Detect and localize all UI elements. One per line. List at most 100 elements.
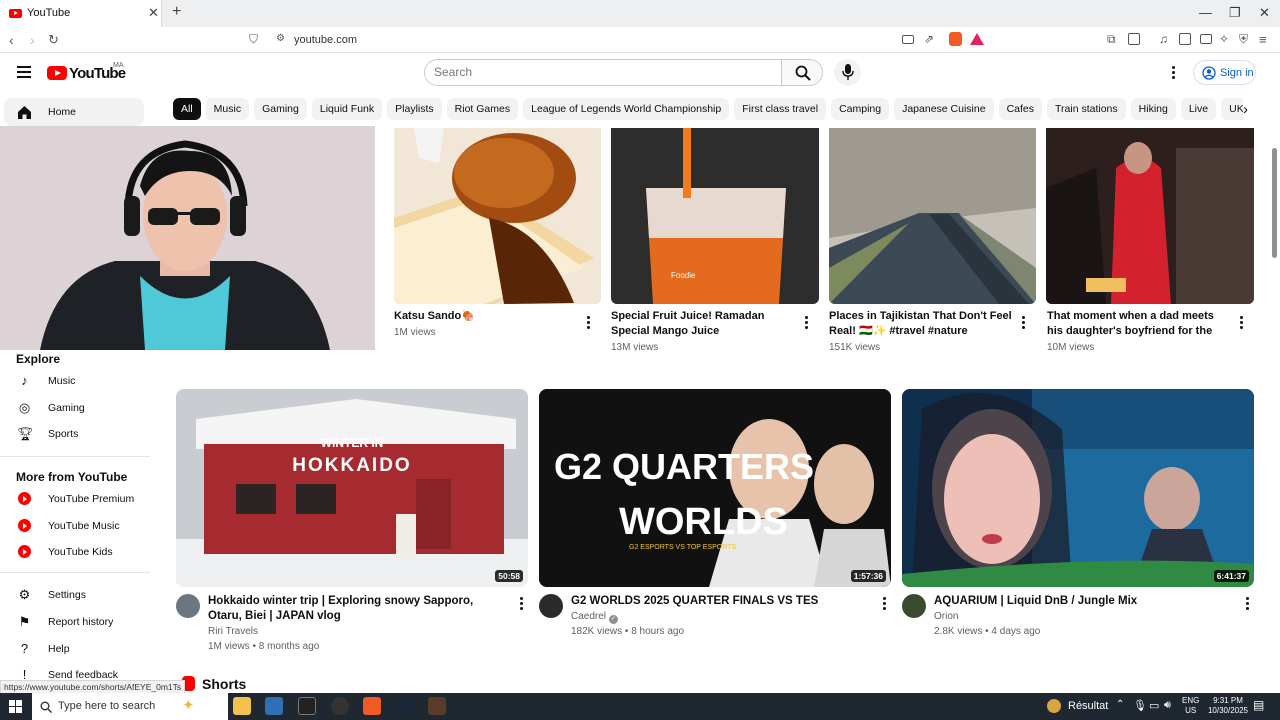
video-thumbnail[interactable]: 6:41:37 — [902, 389, 1254, 587]
input-language[interactable]: ENG US — [1182, 696, 1199, 716]
chip-cafes[interactable]: Cafes — [998, 98, 1043, 120]
sidebar-item-report-history[interactable]: ⚑ Report history — [0, 609, 150, 635]
channel-avatar[interactable] — [902, 594, 926, 618]
close-tab-icon[interactable]: ✕ — [148, 5, 159, 21]
video-thumbnail[interactable] — [394, 128, 601, 304]
app-icon[interactable] — [298, 697, 316, 715]
volume-icon[interactable]: 🔊︎ — [1164, 699, 1171, 712]
more-options-icon[interactable] — [587, 316, 591, 331]
chip-music[interactable]: Music — [205, 98, 250, 120]
reload-icon[interactable]: ↻ — [48, 32, 59, 48]
forward-icon[interactable]: › — [30, 32, 35, 48]
obs-icon[interactable] — [331, 697, 349, 715]
extensions-icon[interactable]: ⧉ — [1107, 32, 1116, 47]
vpn-icon[interactable]: ⛨ — [1239, 32, 1248, 47]
more-options-icon[interactable] — [883, 597, 887, 612]
taskbar-search[interactable]: Type here to search ✦ — [32, 693, 228, 720]
more-options-icon[interactable] — [1240, 316, 1244, 331]
guide-menu-icon[interactable] — [17, 66, 31, 81]
sidebar-item-home[interactable]: Home — [4, 98, 144, 126]
cast-icon[interactable] — [902, 35, 914, 44]
leo-ai-icon[interactable]: ✧ — [1219, 32, 1229, 46]
scrollbar-thumb[interactable] — [1272, 148, 1277, 258]
chip-riot-games[interactable]: Riot Games — [446, 98, 519, 120]
channel-avatar[interactable] — [539, 594, 563, 618]
chip-all[interactable]: All — [173, 98, 201, 120]
chip-first-class-travel[interactable]: First class travel — [734, 98, 827, 120]
media-icon[interactable]: ♫ — [1159, 32, 1168, 46]
share-icon[interactable]: ⇗ — [924, 32, 934, 46]
chevron-right-icon[interactable]: › — [1243, 101, 1248, 118]
steam-icon[interactable] — [396, 697, 414, 715]
sidebar-item-music[interactable]: ♪ Music — [0, 368, 150, 394]
voice-search-button[interactable] — [834, 59, 861, 86]
chip-japanese-cuisine[interactable]: Japanese Cuisine — [894, 98, 994, 120]
sidebar-item-sports[interactable]: 🏆︎ Sports — [0, 421, 150, 447]
browser-tab[interactable]: YouTube ✕ — [0, 0, 162, 27]
network-icon[interactable]: ▭ — [1149, 699, 1159, 712]
restore-icon[interactable]: ❐ — [1229, 5, 1241, 21]
search-button[interactable] — [781, 59, 823, 86]
video-title[interactable]: Katsu Sando🍖 — [394, 309, 574, 324]
tray-chevron-icon[interactable]: ⌃ — [1116, 699, 1124, 710]
windows-start-icon[interactable] — [9, 700, 23, 714]
video-title[interactable]: That moment when a dad meets his daughte… — [1047, 309, 1232, 339]
video-title[interactable]: Hokkaido winter trip | Exploring snowy S… — [208, 594, 508, 624]
file-explorer-icon[interactable] — [233, 697, 251, 715]
minimize-icon[interactable]: — — [1199, 5, 1212, 20]
sidebar-item-youtube-kids[interactable]: YouTube Kids — [0, 539, 150, 565]
video-title[interactable]: G2 WORLDS 2025 QUARTER FINALS VS TES — [571, 594, 871, 609]
video-thumbnail[interactable]: WINTER IN HOKKAIDO 50:58 — [176, 389, 528, 587]
bookmark-icon[interactable]: ⛉ — [249, 32, 258, 47]
site-info-icon[interactable]: ⚙ — [276, 33, 285, 44]
chip-train-stations[interactable]: Train stations — [1047, 98, 1126, 120]
wallet-icon[interactable] — [1200, 34, 1212, 44]
video-thumbnail[interactable] — [1046, 128, 1254, 304]
url-field[interactable]: ⚙ youtube.com — [268, 29, 990, 51]
video-title[interactable]: AQUARIUM | Liquid DnB / Jungle Mix — [934, 594, 1234, 609]
close-window-icon[interactable]: ✕ — [1259, 5, 1270, 21]
sidebar-item-youtube-music[interactable]: YouTube Music — [0, 513, 150, 539]
settings-menu-icon[interactable] — [1172, 66, 1176, 81]
search-input[interactable] — [434, 65, 764, 79]
sign-in-button[interactable]: Sign in — [1193, 60, 1256, 85]
chip-playlists[interactable]: Playlists — [387, 98, 442, 120]
channel-name[interactable]: Orion — [934, 611, 958, 622]
clock[interactable]: 9:31 PM 10/30/2025 — [1203, 696, 1253, 716]
chip-gaming[interactable]: Gaming — [254, 98, 307, 120]
more-options-icon[interactable] — [805, 316, 809, 331]
channel-name[interactable]: Riri Travels — [208, 626, 258, 637]
chip-uk-garage[interactable]: UK Garage — [1221, 98, 1243, 120]
game-icon[interactable] — [428, 697, 446, 715]
video-thumbnail[interactable] — [829, 128, 1036, 304]
tab-search-icon[interactable] — [1128, 33, 1140, 45]
chip-live[interactable]: Live — [1180, 98, 1217, 120]
brave-shields-icon[interactable] — [949, 32, 962, 46]
more-options-icon[interactable] — [1246, 597, 1250, 612]
chip-hiking[interactable]: Hiking — [1130, 98, 1176, 120]
brave-rewards-icon[interactable] — [970, 33, 984, 45]
sidebar-item-settings[interactable]: ⚙ Settings — [0, 582, 150, 608]
sidebar-item-gaming[interactable]: ◎ Gaming — [0, 395, 150, 421]
search-box[interactable] — [424, 59, 782, 86]
chip-liquid-funk[interactable]: Liquid Funk — [311, 98, 383, 120]
video-title[interactable]: Places in Tajikistan That Don't Feel Rea… — [829, 309, 1014, 339]
video-thumbnail[interactable]: Foodie — [611, 128, 819, 304]
back-icon[interactable]: ‹ — [9, 32, 14, 48]
calculator-icon[interactable] — [265, 697, 283, 715]
chip-camping[interactable]: Camping — [831, 98, 890, 120]
weather-icon[interactable] — [1047, 699, 1061, 713]
video-title[interactable]: Special Fruit Juice! Ramadan Special Man… — [611, 309, 796, 339]
brave-browser-icon[interactable] — [363, 697, 381, 715]
sidebar-item-help[interactable]: ? Help — [0, 636, 150, 662]
channel-name-row[interactable]: Caedrel ✓ — [571, 611, 618, 624]
chip-league-of-legends-world-championship[interactable]: League of Legends World Championship — [523, 98, 730, 120]
channel-avatar[interactable] — [176, 594, 200, 618]
weather-text[interactable]: Résultat — [1068, 700, 1108, 712]
microphone-tray-icon[interactable]: 🎙︎ — [1133, 699, 1147, 712]
new-tab-icon[interactable]: + — [172, 3, 181, 21]
video-thumbnail[interactable]: G2 QUARTERS WORLDS G2 ESPORTS VS TOP ESP… — [539, 389, 891, 587]
more-options-icon[interactable] — [520, 597, 524, 612]
sidebar-icon[interactable] — [1179, 33, 1191, 45]
browser-menu-icon[interactable]: ≡ — [1259, 32, 1267, 47]
